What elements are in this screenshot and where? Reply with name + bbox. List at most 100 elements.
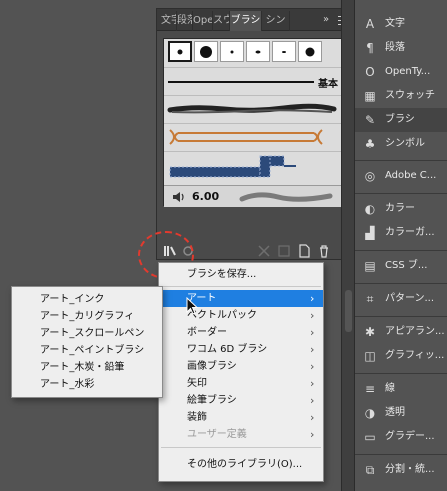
dock-item-graphic-styles[interactable]: ◫ グラフィッ... <box>355 344 447 368</box>
brush-icon: ✎ <box>364 113 376 127</box>
dock-item-symbols[interactable]: ♣ シンボル <box>355 132 447 156</box>
menu-item-user-defined: ユーザー定義 › <box>187 428 315 441</box>
tab-brushes[interactable]: ブラシ <box>230 11 262 31</box>
brush-swatch-dot-large[interactable] <box>194 41 218 62</box>
menu-item-save-brushes[interactable]: ブラシを保存... <box>159 266 323 283</box>
menu-item-other-library[interactable]: その他のライブラリ(O)... <box>159 456 323 473</box>
tab-paragraph[interactable]: 段落 <box>177 11 193 31</box>
menu-separator <box>161 286 321 287</box>
transparency-icon: ◑ <box>364 406 376 420</box>
dock-item-paragraph[interactable]: ¶ 段落 <box>355 36 447 60</box>
graphic-styles-icon: ◫ <box>364 349 376 363</box>
dock-item-appearance[interactable]: ✱ アピアラン... <box>355 320 447 344</box>
brush-row-pattern[interactable] <box>164 151 342 185</box>
chevron-right-icon: › <box>310 377 315 390</box>
panel-tab-bar: 文字 段落 Ope スウ ブラシ シン » <box>157 9 353 31</box>
dock-item-adobe-color[interactable]: ◎ Adobe C... <box>355 164 447 188</box>
menu-item-wacom-6d[interactable]: ワコム 6D ブラシ › <box>159 341 323 358</box>
dock-separator <box>355 454 447 455</box>
css-icon: ▤ <box>364 259 376 273</box>
menu-item-vector-pack[interactable]: ベクトルパック › <box>159 307 323 324</box>
dock-item-pattern[interactable]: ⌗ パターン... <box>355 287 447 311</box>
new-brush-icon[interactable] <box>297 244 311 258</box>
size-stroke-preview <box>239 192 333 202</box>
chevron-right-icon: › <box>310 394 315 407</box>
art-submenu: アート_インク アート_カリグラフィ アート_スクロールペン アート_ペイントブ… <box>11 286 163 398</box>
dock-separator <box>355 283 447 284</box>
menu-item-image-brushes[interactable]: 画像ブラシ › <box>159 358 323 375</box>
dock-item-swatches[interactable]: ▦ スウォッチ <box>355 84 447 108</box>
dock-separator <box>355 160 447 161</box>
dock-item-pathfinder[interactable]: ⧉ 分割・統... <box>355 458 447 482</box>
menu-item-art[interactable]: アート › <box>159 290 323 307</box>
charcoal-stroke-preview <box>167 103 337 114</box>
dock-item-opentype[interactable]: O OpenTy... <box>355 60 447 84</box>
appearance-icon: ✱ <box>364 325 376 339</box>
chevron-right-icon: › <box>310 343 315 356</box>
brush-library-menu: ブラシを保存... アート › ベクトルパック › ボーダー › ワコム 6D ブラシ… <box>158 262 324 482</box>
submenu-item-art-paintbrush[interactable]: アート_ペイントブラシ <box>12 342 162 359</box>
chevron-right-icon: › <box>310 411 315 424</box>
type-icon: A <box>365 17 375 31</box>
brush-swatch-dot-medium[interactable] <box>298 41 322 62</box>
brush-options-icon[interactable] <box>277 244 291 258</box>
dock-item-css[interactable]: ▤ CSS ブ... <box>355 254 447 278</box>
dock-item-transparency[interactable]: ◑ 透明 <box>355 401 447 425</box>
brush-size-row[interactable]: 6.00 <box>164 185 342 207</box>
menu-item-arrows[interactable]: 矢印 › <box>159 375 323 392</box>
chevron-right-icon: › <box>310 360 315 373</box>
brush-row-basic[interactable]: 基本 <box>164 67 342 95</box>
tab-swatches[interactable]: スウ <box>213 11 230 31</box>
delete-brush-icon[interactable] <box>317 244 331 258</box>
swatches-icon: ▦ <box>364 89 376 103</box>
dock-item-stroke[interactable]: ≡ 線 <box>355 377 447 401</box>
pathfinder-icon: ⧉ <box>365 463 375 477</box>
brush-libraries-menu-icon[interactable] <box>163 244 177 258</box>
submenu-item-art-calligraphy[interactable]: アート_カリグラフィ <box>12 308 162 325</box>
ribbon-stroke-preview <box>169 129 323 145</box>
brush-swatch-oval-flat[interactable] <box>272 41 296 62</box>
brush-size-value: 6.00 <box>192 190 220 203</box>
brush-row-ribbon[interactable] <box>164 123 342 151</box>
gradient-icon: ▭ <box>364 430 376 444</box>
color-icon: ◐ <box>364 202 376 216</box>
adobe-color-icon: ◎ <box>364 169 376 183</box>
brush-swatch-dot-tiny[interactable] <box>220 41 244 62</box>
dock-collapse-strip[interactable] <box>341 0 354 491</box>
tab-character[interactable]: 文字 <box>161 11 177 31</box>
basic-brush-label: 基本 <box>318 79 338 90</box>
brush-swatch-oval-small[interactable] <box>246 41 270 62</box>
stroke-icon: ≡ <box>364 382 376 396</box>
paragraph-icon: ¶ <box>366 41 374 55</box>
dock-separator <box>355 250 447 251</box>
dock-item-color-guide[interactable]: ▟ カラーガ... <box>355 221 447 245</box>
submenu-item-art-scroll-pen[interactable]: アート_スクロールペン <box>12 325 162 342</box>
more-tabs-button[interactable]: » <box>319 12 333 28</box>
tab-symbols[interactable]: シン <box>262 11 290 31</box>
submenu-item-art-ink[interactable]: アート_インク <box>12 291 162 308</box>
menu-item-paintbrush[interactable]: 絵筆ブラシ › <box>159 392 323 409</box>
symbol-icon: ♣ <box>364 137 376 151</box>
brush-swatch-dot-small[interactable] <box>168 41 192 62</box>
menu-separator <box>161 447 321 448</box>
chevron-right-icon: › <box>310 292 315 305</box>
speaker-icon <box>173 192 184 202</box>
dock-separator <box>355 316 447 317</box>
dock-item-color[interactable]: ◐ カラー <box>355 197 447 221</box>
menu-item-decorative[interactable]: 装飾 › <box>159 409 323 426</box>
brush-row-charcoal[interactable] <box>164 95 342 123</box>
dock-item-character[interactable]: A 文字 <box>355 12 447 36</box>
library-panel-icon[interactable] <box>181 244 195 258</box>
dock-separator <box>355 373 447 374</box>
dock-separator <box>355 193 447 194</box>
dock-item-brushes[interactable]: ✎ ブラシ <box>355 108 447 132</box>
chevron-right-icon: › <box>310 326 315 339</box>
submenu-item-art-charcoal-pencil[interactable]: アート_木炭・鉛筆 <box>12 359 162 376</box>
basic-stroke-preview <box>168 81 314 83</box>
menu-item-borders[interactable]: ボーダー › <box>159 324 323 341</box>
remove-stroke-icon[interactable] <box>257 244 271 258</box>
tab-opentype[interactable]: Ope <box>193 11 213 31</box>
submenu-item-art-watercolor[interactable]: アート_水彩 <box>12 376 162 393</box>
dock-item-gradient[interactable]: ▭ グラデー... <box>355 425 447 449</box>
panel-toolbar <box>157 241 353 261</box>
